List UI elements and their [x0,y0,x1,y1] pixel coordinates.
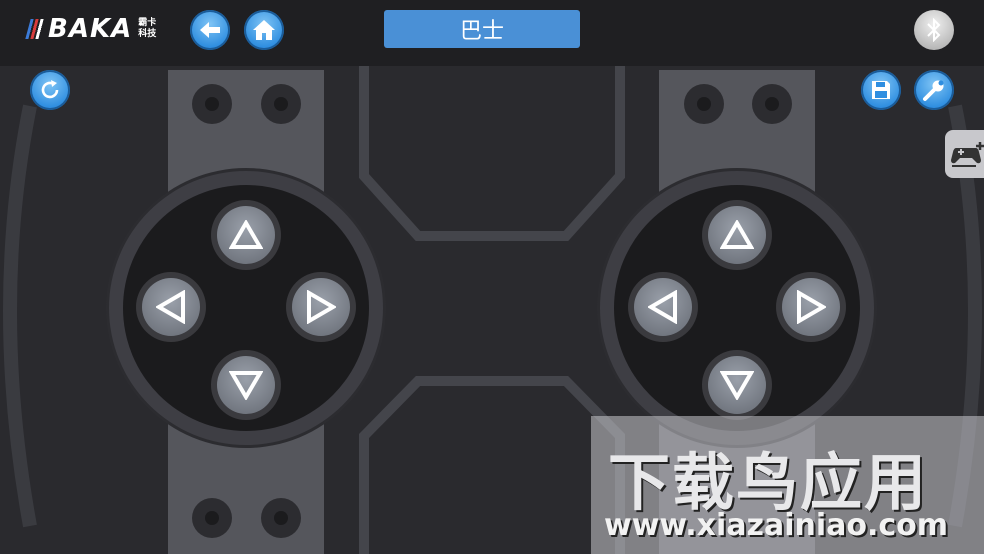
left-top-screw-1 [192,84,232,124]
home-icon [253,20,275,40]
right-up-face [708,206,766,264]
right-right-face [782,278,840,336]
left-left-face [142,278,200,336]
settings-button[interactable] [914,70,954,110]
arrow-left-icon [200,22,220,38]
bluetooth-button[interactable] [914,10,954,50]
home-button[interactable] [244,10,284,50]
brand-subtitle-line2: 科技 [138,29,157,39]
refresh-icon [41,80,59,99]
triangle-right-icon [797,290,826,324]
left-up-face [217,206,275,264]
triangle-down-icon [229,371,263,400]
gamepad-add-icon [951,142,984,167]
brand-subtitle-line1: 霸卡 [138,18,157,28]
refresh-button[interactable] [30,70,70,110]
triangle-up-icon [229,220,263,249]
brand-logo: BAKA 霸卡 科技 [25,14,156,44]
triangle-down-icon [720,371,754,400]
back-button[interactable] [190,10,230,50]
save-button[interactable] [861,70,901,110]
left-right-button[interactable] [286,272,356,342]
right-down-button[interactable] [702,350,772,420]
save-icon [872,81,890,99]
right-top-screw-2 [752,84,792,124]
right-down-face [708,356,766,414]
left-left-button[interactable] [136,272,206,342]
page-title: 巴士 [384,10,580,48]
bluetooth-icon [927,18,941,42]
add-gamepad-button[interactable] [945,130,984,178]
left-down-face [217,356,275,414]
triangle-up-icon [720,220,754,249]
left-bottom-screw-1 [192,498,232,538]
triangle-right-icon [307,290,336,324]
wrench-icon [923,80,944,101]
left-top-screw-2 [261,84,301,124]
right-up-button[interactable] [702,200,772,270]
right-right-button[interactable] [776,272,846,342]
brand-stripes [25,19,45,39]
left-bottom-screw-2 [261,498,301,538]
left-right-face [292,278,350,336]
brand-wordmark: BAKA [48,14,133,44]
triangle-left-icon [156,290,185,324]
watermark-url: www.xiazainiao.com [604,508,949,543]
triangle-left-icon [648,290,677,324]
left-down-button[interactable] [211,350,281,420]
brand-subtitle: 霸卡 科技 [138,18,156,40]
left-up-button[interactable] [211,200,281,270]
right-top-screw-1 [684,84,724,124]
right-left-button[interactable] [628,272,698,342]
right-left-face [634,278,692,336]
